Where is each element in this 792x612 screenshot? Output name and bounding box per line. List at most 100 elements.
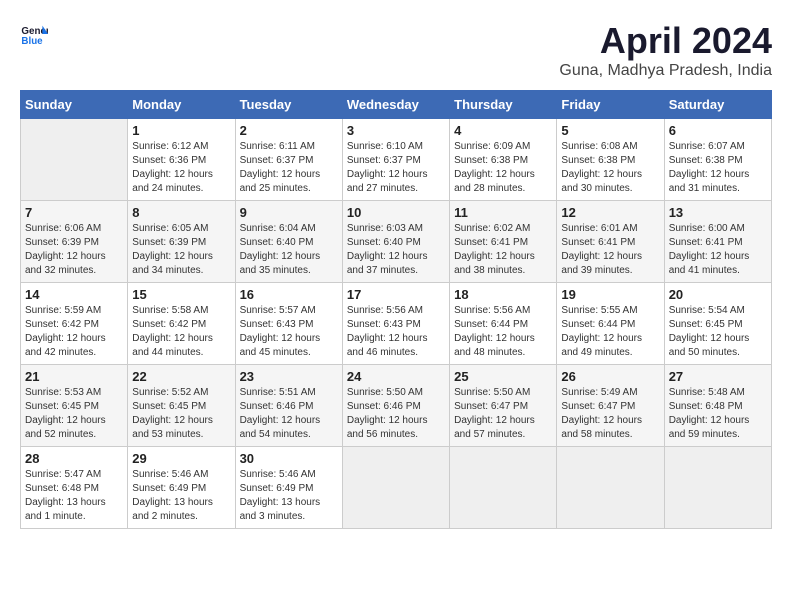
calendar-cell: 29 Sunrise: 5:46 AM Sunset: 6:49 PM Dayl… <box>128 447 235 529</box>
day-detail: Sunrise: 5:51 AM Sunset: 6:46 PM Dayligh… <box>240 386 338 442</box>
day-number: 14 <box>25 287 123 302</box>
day-detail: Sunrise: 6:11 AM Sunset: 6:37 PM Dayligh… <box>240 140 338 196</box>
calendar-week-4: 21 Sunrise: 5:53 AM Sunset: 6:45 PM Dayl… <box>21 365 772 447</box>
calendar-week-3: 14 Sunrise: 5:59 AM Sunset: 6:42 PM Dayl… <box>21 283 772 365</box>
calendar-header: SundayMondayTuesdayWednesdayThursdayFrid… <box>21 91 772 119</box>
day-detail: Sunrise: 6:07 AM Sunset: 6:38 PM Dayligh… <box>669 140 767 196</box>
weekday-header-thursday: Thursday <box>450 91 557 119</box>
day-number: 7 <box>25 205 123 220</box>
calendar-cell: 28 Sunrise: 5:47 AM Sunset: 6:48 PM Dayl… <box>21 447 128 529</box>
calendar-cell <box>557 447 664 529</box>
day-number: 5 <box>561 123 659 138</box>
day-number: 17 <box>347 287 445 302</box>
day-number: 3 <box>347 123 445 138</box>
day-detail: Sunrise: 5:47 AM Sunset: 6:48 PM Dayligh… <box>25 468 123 524</box>
day-number: 27 <box>669 369 767 384</box>
day-detail: Sunrise: 5:55 AM Sunset: 6:44 PM Dayligh… <box>561 304 659 360</box>
day-number: 30 <box>240 451 338 466</box>
day-detail: Sunrise: 6:04 AM Sunset: 6:40 PM Dayligh… <box>240 222 338 278</box>
day-detail: Sunrise: 6:09 AM Sunset: 6:38 PM Dayligh… <box>454 140 552 196</box>
calendar-cell: 12 Sunrise: 6:01 AM Sunset: 6:41 PM Dayl… <box>557 201 664 283</box>
calendar-cell: 24 Sunrise: 5:50 AM Sunset: 6:46 PM Dayl… <box>342 365 449 447</box>
day-number: 29 <box>132 451 230 466</box>
day-detail: Sunrise: 6:06 AM Sunset: 6:39 PM Dayligh… <box>25 222 123 278</box>
day-detail: Sunrise: 5:56 AM Sunset: 6:44 PM Dayligh… <box>454 304 552 360</box>
day-detail: Sunrise: 5:59 AM Sunset: 6:42 PM Dayligh… <box>25 304 123 360</box>
day-detail: Sunrise: 5:53 AM Sunset: 6:45 PM Dayligh… <box>25 386 123 442</box>
calendar-cell: 23 Sunrise: 5:51 AM Sunset: 6:46 PM Dayl… <box>235 365 342 447</box>
calendar-cell: 21 Sunrise: 5:53 AM Sunset: 6:45 PM Dayl… <box>21 365 128 447</box>
day-number: 28 <box>25 451 123 466</box>
day-number: 19 <box>561 287 659 302</box>
day-number: 22 <box>132 369 230 384</box>
weekday-header-friday: Friday <box>557 91 664 119</box>
day-detail: Sunrise: 5:56 AM Sunset: 6:43 PM Dayligh… <box>347 304 445 360</box>
day-number: 9 <box>240 205 338 220</box>
day-detail: Sunrise: 6:01 AM Sunset: 6:41 PM Dayligh… <box>561 222 659 278</box>
day-number: 1 <box>132 123 230 138</box>
day-number: 2 <box>240 123 338 138</box>
weekday-header-saturday: Saturday <box>664 91 771 119</box>
day-detail: Sunrise: 5:46 AM Sunset: 6:49 PM Dayligh… <box>132 468 230 524</box>
calendar-cell: 11 Sunrise: 6:02 AM Sunset: 6:41 PM Dayl… <box>450 201 557 283</box>
calendar-cell: 27 Sunrise: 5:48 AM Sunset: 6:48 PM Dayl… <box>664 365 771 447</box>
calendar-cell: 19 Sunrise: 5:55 AM Sunset: 6:44 PM Dayl… <box>557 283 664 365</box>
day-detail: Sunrise: 6:10 AM Sunset: 6:37 PM Dayligh… <box>347 140 445 196</box>
day-number: 4 <box>454 123 552 138</box>
day-number: 20 <box>669 287 767 302</box>
day-number: 16 <box>240 287 338 302</box>
day-detail: Sunrise: 6:05 AM Sunset: 6:39 PM Dayligh… <box>132 222 230 278</box>
calendar-cell: 18 Sunrise: 5:56 AM Sunset: 6:44 PM Dayl… <box>450 283 557 365</box>
day-detail: Sunrise: 5:50 AM Sunset: 6:46 PM Dayligh… <box>347 386 445 442</box>
day-number: 12 <box>561 205 659 220</box>
weekday-header-tuesday: Tuesday <box>235 91 342 119</box>
day-number: 15 <box>132 287 230 302</box>
calendar-cell: 25 Sunrise: 5:50 AM Sunset: 6:47 PM Dayl… <box>450 365 557 447</box>
day-number: 21 <box>25 369 123 384</box>
day-number: 25 <box>454 369 552 384</box>
calendar-cell <box>450 447 557 529</box>
svg-text:Blue: Blue <box>21 36 43 47</box>
day-detail: Sunrise: 5:58 AM Sunset: 6:42 PM Dayligh… <box>132 304 230 360</box>
day-detail: Sunrise: 6:00 AM Sunset: 6:41 PM Dayligh… <box>669 222 767 278</box>
calendar-cell <box>21 119 128 201</box>
day-number: 8 <box>132 205 230 220</box>
day-number: 26 <box>561 369 659 384</box>
day-number: 10 <box>347 205 445 220</box>
calendar-week-2: 7 Sunrise: 6:06 AM Sunset: 6:39 PM Dayli… <box>21 201 772 283</box>
day-detail: Sunrise: 5:50 AM Sunset: 6:47 PM Dayligh… <box>454 386 552 442</box>
logo: General Blue <box>20 20 48 48</box>
day-detail: Sunrise: 5:48 AM Sunset: 6:48 PM Dayligh… <box>669 386 767 442</box>
logo-icon: General Blue <box>20 20 48 48</box>
day-number: 18 <box>454 287 552 302</box>
day-number: 6 <box>669 123 767 138</box>
weekday-header-sunday: Sunday <box>21 91 128 119</box>
page-header: General Blue April 2024 Guna, Madhya Pra… <box>20 20 772 80</box>
day-detail: Sunrise: 6:02 AM Sunset: 6:41 PM Dayligh… <box>454 222 552 278</box>
calendar-cell <box>664 447 771 529</box>
day-detail: Sunrise: 5:54 AM Sunset: 6:45 PM Dayligh… <box>669 304 767 360</box>
weekday-header-monday: Monday <box>128 91 235 119</box>
calendar-cell: 2 Sunrise: 6:11 AM Sunset: 6:37 PM Dayli… <box>235 119 342 201</box>
day-number: 13 <box>669 205 767 220</box>
calendar-cell <box>342 447 449 529</box>
calendar-cell: 4 Sunrise: 6:09 AM Sunset: 6:38 PM Dayli… <box>450 119 557 201</box>
day-detail: Sunrise: 6:12 AM Sunset: 6:36 PM Dayligh… <box>132 140 230 196</box>
calendar-cell: 15 Sunrise: 5:58 AM Sunset: 6:42 PM Dayl… <box>128 283 235 365</box>
day-number: 24 <box>347 369 445 384</box>
title-area: April 2024 Guna, Madhya Pradesh, India <box>559 20 772 80</box>
day-number: 23 <box>240 369 338 384</box>
calendar-cell: 16 Sunrise: 5:57 AM Sunset: 6:43 PM Dayl… <box>235 283 342 365</box>
calendar-cell: 7 Sunrise: 6:06 AM Sunset: 6:39 PM Dayli… <box>21 201 128 283</box>
calendar-cell: 14 Sunrise: 5:59 AM Sunset: 6:42 PM Dayl… <box>21 283 128 365</box>
calendar-cell: 13 Sunrise: 6:00 AM Sunset: 6:41 PM Dayl… <box>664 201 771 283</box>
calendar-cell: 9 Sunrise: 6:04 AM Sunset: 6:40 PM Dayli… <box>235 201 342 283</box>
calendar-cell: 8 Sunrise: 6:05 AM Sunset: 6:39 PM Dayli… <box>128 201 235 283</box>
weekday-header-wednesday: Wednesday <box>342 91 449 119</box>
calendar-week-5: 28 Sunrise: 5:47 AM Sunset: 6:48 PM Dayl… <box>21 447 772 529</box>
day-number: 11 <box>454 205 552 220</box>
day-detail: Sunrise: 5:57 AM Sunset: 6:43 PM Dayligh… <box>240 304 338 360</box>
calendar-cell: 3 Sunrise: 6:10 AM Sunset: 6:37 PM Dayli… <box>342 119 449 201</box>
calendar-cell: 6 Sunrise: 6:07 AM Sunset: 6:38 PM Dayli… <box>664 119 771 201</box>
calendar-table: SundayMondayTuesdayWednesdayThursdayFrid… <box>20 90 772 529</box>
